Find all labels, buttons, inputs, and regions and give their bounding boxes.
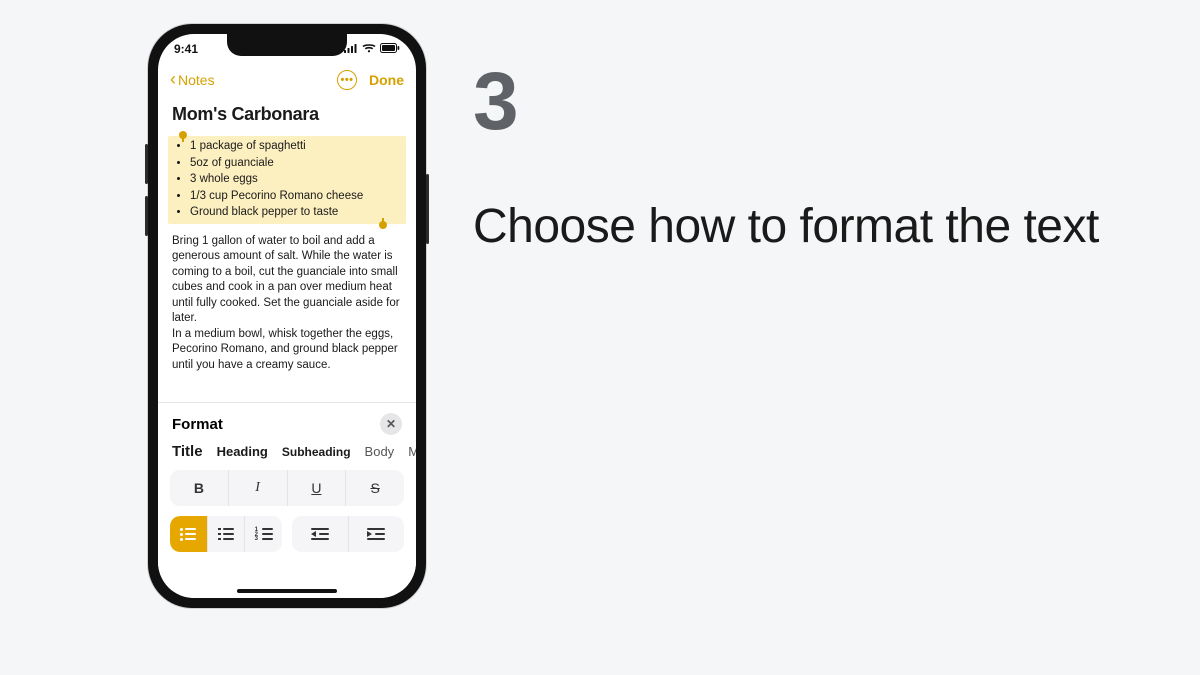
dashed-list-button[interactable] [208,516,246,552]
note-title: Mom's Carbonara [172,102,402,126]
list-item: Ground black pepper to taste [190,205,402,221]
close-icon: ✕ [386,417,396,431]
bulleted-list-button[interactable] [170,516,208,552]
outdent-button[interactable] [292,516,349,552]
bold-button[interactable]: B [170,470,229,506]
indent-button[interactable] [349,516,405,552]
status-time: 9:41 [174,42,198,56]
note-paragraph: In a medium bowl, whisk together the egg… [172,327,402,374]
chevron-left-icon: ‹ [170,70,176,88]
nav-bar: ‹ Notes ••• Done [158,64,416,96]
text-style-segmented: B I U S [170,470,404,506]
underline-button[interactable]: U [288,470,347,506]
home-indicator[interactable] [237,589,337,593]
bulleted-list-icon [180,528,196,540]
list-item: 1/3 cup Pecorino Romano cheese [190,189,402,205]
numbered-list-icon: 123 [255,528,273,540]
selected-text-block[interactable]: 1 package of spaghetti 5oz of guanciale … [168,136,406,224]
format-panel-title: Format [172,416,223,433]
format-panel: Format ✕ Title Heading Subheading Body M… [158,402,416,598]
style-heading-button[interactable]: Heading [217,444,268,459]
italic-button[interactable]: I [229,470,288,506]
note-editor[interactable]: Mom's Carbonara 1 package of spaghetti 5… [158,96,416,402]
step-number: 3 [473,55,517,149]
style-more[interactable]: M [408,444,416,459]
list-item: 5oz of guanciale [190,156,402,172]
close-format-button[interactable]: ✕ [380,413,402,435]
phone-screen: 9:41 ‹ Notes [158,34,416,598]
ellipsis-icon: ••• [340,74,353,86]
battery-icon [380,42,400,56]
list-indent-row: 123 [170,516,404,552]
style-subheading-button[interactable]: Subheading [282,445,351,459]
back-button[interactable]: ‹ Notes [170,71,215,89]
style-title-button[interactable]: Title [172,443,203,460]
strike-button[interactable]: S [346,470,404,506]
wifi-icon [362,42,376,56]
note-paragraph: Bring 1 gallon of water to boil and add … [172,234,402,327]
phone-frame: 9:41 ‹ Notes [148,24,426,608]
list-item: 3 whole eggs [190,172,402,188]
paragraph-style-picker: Title Heading Subheading Body M [158,441,416,470]
notch [227,34,347,56]
dashed-list-icon [218,528,234,540]
style-body-button[interactable]: Body [365,444,395,459]
back-label: Notes [178,72,215,88]
selection-handle-start[interactable] [179,131,187,139]
more-menu-button[interactable]: ••• [337,70,357,90]
step-instruction: Choose how to format the text [473,195,1123,260]
indent-icon [367,528,385,540]
done-button[interactable]: Done [369,72,404,88]
numbered-list-button[interactable]: 123 [245,516,282,552]
list-item: 1 package of spaghetti [190,139,402,155]
outdent-icon [311,528,329,540]
selection-handle-end[interactable] [379,221,387,229]
